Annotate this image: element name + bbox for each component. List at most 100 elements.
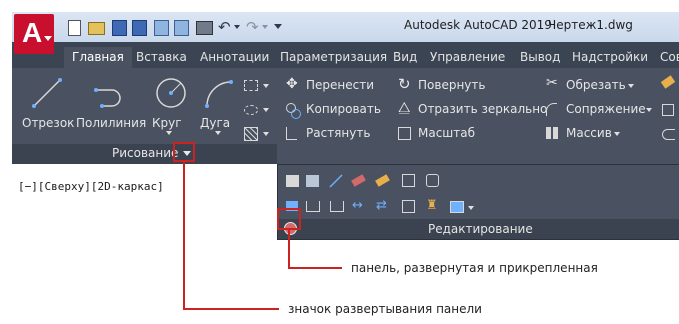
rotate-tool-label: Повернуть <box>418 78 486 92</box>
open-folder-icon[interactable] <box>88 22 105 35</box>
hatch-tool-button[interactable] <box>244 102 274 118</box>
logo-dropdown-icon <box>44 36 52 41</box>
polyline-icon <box>94 88 121 108</box>
line-icon <box>32 78 62 108</box>
circle-icon <box>156 78 186 108</box>
document-title: Чертеж1.dwg <box>548 18 633 32</box>
move-icon: ✥ <box>286 76 298 92</box>
set-by-layer-icon[interactable] <box>402 200 415 213</box>
edit-spline-icon[interactable] <box>426 174 439 187</box>
stretch-tool-label: Растянуть <box>306 126 371 140</box>
print-icon[interactable] <box>196 21 213 35</box>
circle-tool-button[interactable]: Круг <box>146 74 196 135</box>
draw-panel-title: Рисование <box>112 146 179 160</box>
match-properties-icon[interactable] <box>286 175 299 187</box>
tab-annotate[interactable]: Аннотации <box>200 47 269 68</box>
expand-icon-highlight <box>173 142 195 162</box>
polyline-tool-label: Полилиния <box>76 116 147 130</box>
erase-icon[interactable] <box>660 75 676 89</box>
circle-tool-label: Круг <box>152 116 182 130</box>
stretch-icon <box>286 127 297 140</box>
tab-view[interactable]: Вид <box>393 47 417 68</box>
array-dropdown-icon <box>614 132 620 136</box>
explode-icon[interactable] <box>662 104 674 116</box>
web-mobile-icon[interactable] <box>154 20 169 36</box>
arc-tool-button[interactable]: Дуга <box>196 74 240 135</box>
offset-icon[interactable] <box>662 129 675 140</box>
undo-icon[interactable]: ↶ <box>218 18 231 36</box>
draw-order-dropdown-icon[interactable] <box>468 206 474 210</box>
modify-panel-title: Редактирование <box>428 222 533 236</box>
callout-line-pin-vertical <box>288 230 290 268</box>
rotate-icon: ↻ <box>398 75 411 93</box>
edit-polyline-icon[interactable] <box>402 174 415 187</box>
customize-toolbar-icon[interactable] <box>274 24 282 29</box>
array-tool-button[interactable]: Массив <box>546 126 636 144</box>
tab-manage[interactable]: Управление <box>430 47 505 68</box>
ellipse-dropdown-icon <box>263 108 269 112</box>
title-bar: A ↶ ↷ Autodesk AutoCAD 2019 Чертеж1.dwg <box>12 12 679 54</box>
reverse-icon[interactable]: ⇄ <box>376 198 387 213</box>
lengthen-icon[interactable] <box>328 173 344 189</box>
viewport-controls[interactable]: [−][Сверху][2D-каркас] <box>18 180 164 193</box>
app-logo-button[interactable]: A <box>14 14 54 54</box>
arc-dropdown-icon[interactable] <box>215 131 221 135</box>
tab-parametric[interactable]: Параметризация <box>280 47 387 68</box>
tab-collaborate[interactable]: Сов <box>660 47 679 68</box>
draw-order-icon[interactable] <box>450 201 464 213</box>
fillet-tool-label: Сопряжение <box>566 102 646 116</box>
move-tool-label: Перенести <box>306 78 375 92</box>
copy-icon-secondary <box>291 109 301 119</box>
clean-icon[interactable]: ♜ <box>426 198 438 213</box>
scale-icon <box>398 127 411 140</box>
polyline-tool-button[interactable]: Полилиния <box>74 74 146 134</box>
expanded-modify-panel: ↔ ⇄ ♜ Редактирование <box>277 164 679 240</box>
line-tool-label: Отрезок <box>22 116 75 130</box>
tab-output[interactable]: Вывод <box>520 47 560 68</box>
save-web-icon[interactable] <box>174 20 189 36</box>
rectangle-tool-button[interactable] <box>244 78 274 94</box>
mirror-icon: ⧋ <box>398 100 411 116</box>
autocad-window: A ↶ ↷ Autodesk AutoCAD 2019 Чертеж1.dwg … <box>12 12 679 324</box>
tab-addins[interactable]: Надстройки <box>572 47 648 68</box>
redo-icon[interactable]: ↷ <box>246 18 259 36</box>
copy-properties-icon[interactable] <box>306 175 319 187</box>
circle-dropdown-icon[interactable] <box>166 131 172 135</box>
line-tool-button[interactable]: Отрезок <box>18 74 76 134</box>
hatch-icon <box>244 127 258 141</box>
scale-tool-label: Масштаб <box>418 126 476 140</box>
callout-line-expand-vertical <box>183 162 185 310</box>
trim-tool-label: Обрезать <box>566 78 626 92</box>
erase-small-icon[interactable] <box>351 174 366 187</box>
save-icon[interactable] <box>112 20 127 36</box>
array-icon <box>546 127 558 139</box>
extend-icon[interactable]: ↔ <box>352 198 363 213</box>
redo-dropdown-icon[interactable] <box>262 25 268 29</box>
tab-insert[interactable]: Вставка <box>136 47 187 68</box>
modify-panel: ✥ Перенести Копировать Растянуть ↻ Повер… <box>278 68 679 164</box>
quick-access-toolbar: ↶ ↷ <box>68 18 318 36</box>
trim-dropdown-icon <box>628 84 634 88</box>
align-icon[interactable] <box>306 201 320 212</box>
hatch-dropdown-icon <box>263 132 269 136</box>
fillet-icon <box>546 103 557 116</box>
fillet-tool-button[interactable]: Сопряжение <box>546 102 654 120</box>
save-as-icon[interactable] <box>132 20 147 36</box>
rectangle-icon <box>244 80 258 91</box>
undo-dropdown-icon[interactable] <box>234 25 240 29</box>
trim-tool-button[interactable]: ✂ Обрезать <box>546 75 636 96</box>
drawing-viewport[interactable]: [−][Сверху][2D-каркас] <box>12 164 277 242</box>
break-at-point-icon[interactable] <box>330 201 344 212</box>
new-file-icon[interactable] <box>68 20 81 36</box>
tab-home[interactable]: Главная <box>64 47 132 68</box>
callout-expand-icon: значок развертывания панели <box>288 302 482 316</box>
gradient-tool-button[interactable] <box>244 126 274 142</box>
rectangle-dropdown-icon <box>263 84 269 88</box>
callout-line-pin-horizontal <box>288 267 342 269</box>
pin-icon-highlight <box>277 208 301 230</box>
callout-line-expand-horizontal <box>183 308 279 310</box>
trim-icon: ✂ <box>546 75 558 91</box>
mirror-tool-label: Отразить зеркально <box>418 102 548 116</box>
copy-tool-label: Копировать <box>306 102 381 116</box>
break-icon[interactable] <box>375 174 390 187</box>
